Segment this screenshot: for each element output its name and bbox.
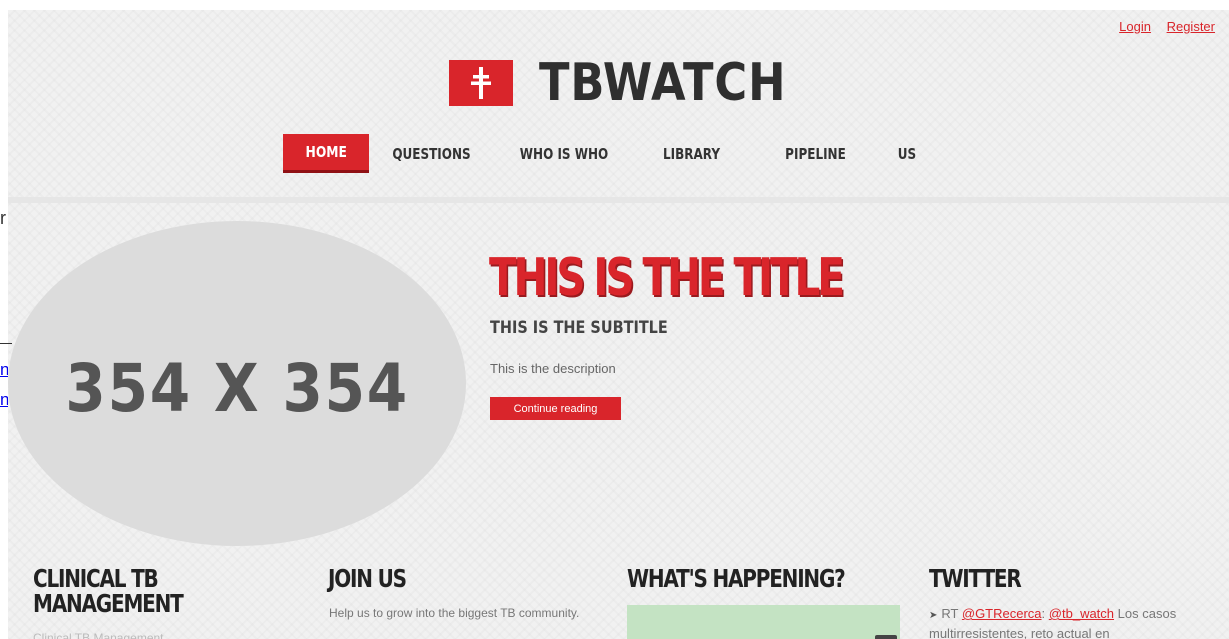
tweet-handle-gtrecerca[interactable]: @GTRecerca [962,606,1042,621]
join-us-title: JOIN US [328,564,407,593]
whats-happening-title: WHAT'S HAPPENING? [627,564,846,593]
register-link[interactable]: Register [1167,19,1215,34]
main-nav: HOME QUESTIONS WHO IS WHO LIBRARY PIPELI… [283,134,932,173]
clinical-title-line2: MANAGEMENT [33,589,184,618]
clipped-link-1[interactable]: n [0,360,8,380]
login-link[interactable]: Login [1119,19,1151,34]
clinical-title: CLINICAL TB MANAGEMENT [33,564,184,618]
clipped-rule [0,343,12,344]
brand-name: TBWATCH [539,52,787,113]
nav-home-label: HOME [305,143,347,161]
header-divider [8,197,1229,203]
hero-image-placeholder: 354 X 354 [8,221,466,546]
placeholder-dimensions: 354 X 354 [65,350,409,427]
continue-reading-button[interactable]: Continue reading [490,397,621,420]
clinical-text: Clinical TB Management [33,631,164,639]
nav-library[interactable]: LIBRARY [646,134,738,173]
twitter-title: TWITTER [929,564,1022,593]
tweet-separator: : [1041,606,1046,621]
tweet-prefix: RT [941,606,959,621]
nav-pipeline[interactable]: PIPELINE [762,134,868,173]
tweet: ➤ RT @GTRecerca: @tb_watch Los casos mult… [929,605,1205,639]
cross-of-lorraine-icon [449,59,513,106]
map-control[interactable] [875,635,897,639]
tweet-handle-tbwatch[interactable]: @tb_watch [1049,606,1114,621]
nav-home[interactable]: HOME [283,134,369,173]
map-widget[interactable] [627,605,900,639]
hero-description: This is the description [490,361,616,376]
hero-subtitle: THIS IS THE SUBTITLE [490,318,668,338]
nav-us[interactable]: US [887,134,927,173]
auth-links: Login Register [1107,19,1215,34]
nav-who-is-who[interactable]: WHO IS WHO [508,134,620,173]
clinical-title-line1: CLINICAL TB [33,564,159,593]
clipped-text-fragment: r [0,208,6,228]
nav-questions[interactable]: QUESTIONS [382,134,482,173]
twitter-bird-icon: ➤ [929,610,938,621]
clipped-link-2[interactable]: n [0,390,8,410]
join-us-text: Help us to grow into the biggest TB comm… [329,606,580,620]
site-logo[interactable]: TBWATCH [449,52,827,113]
hero-title: THIS IS THE TITLE [489,248,845,308]
